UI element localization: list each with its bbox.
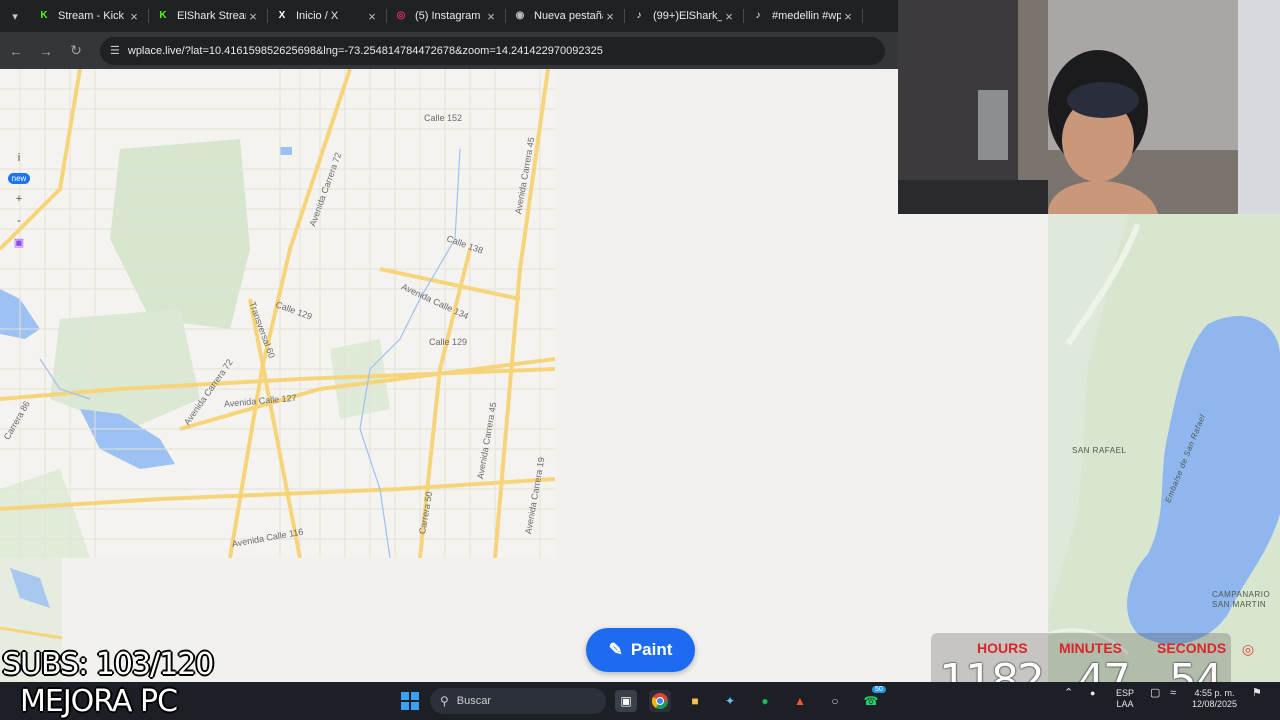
clock[interactable]: 4:55 p. m. 12/08/2025 bbox=[1192, 688, 1237, 710]
street-label: Calle 129 bbox=[429, 337, 468, 347]
browser-tab[interactable]: ◎ (5) Instagram × bbox=[387, 0, 506, 32]
browser-tab-strip: ▾ KStream - Kick×KElShark Stream×XInicio… bbox=[0, 0, 898, 32]
notification-icon[interactable]: ⚑ bbox=[1252, 688, 1262, 699]
twitch-icon[interactable]: ▣ bbox=[14, 236, 24, 249]
whatsapp-icon[interactable]: ☎ 50 bbox=[860, 686, 886, 712]
close-icon[interactable]: × bbox=[603, 9, 617, 24]
language-indicator[interactable]: ESP LAA bbox=[1116, 688, 1134, 710]
tiktok-icon: ♪ bbox=[636, 10, 642, 21]
map-graphics bbox=[0, 69, 555, 558]
place-label: SAN RAFAEL bbox=[1072, 446, 1127, 455]
screen: ▾ KStream - Kick×KElShark Stream×XInicio… bbox=[0, 0, 1280, 720]
hours-label: HOURS bbox=[977, 640, 1028, 656]
steam-icon[interactable]: ✦ bbox=[719, 690, 741, 712]
close-icon[interactable]: × bbox=[722, 9, 736, 24]
map-canvas[interactable]: Calle 152 Avenida Carrera 72 Avenida Carre… bbox=[0, 69, 555, 558]
paint-button-label: Paint bbox=[630, 640, 673, 659]
reload-icon[interactable]: ↻ bbox=[62, 37, 90, 65]
obs-icon[interactable]: ○ bbox=[824, 690, 846, 712]
seconds-label: SECONDS bbox=[1157, 640, 1227, 656]
chrome-taskbar-icon[interactable] bbox=[649, 690, 671, 712]
tab-label: ElShark Stream bbox=[177, 10, 246, 22]
close-icon[interactable]: × bbox=[246, 9, 260, 24]
browser-tab[interactable]: K ElShark Stream× bbox=[149, 0, 268, 32]
whatsapp-badge: 50 bbox=[872, 686, 886, 693]
main-roads bbox=[0, 69, 555, 558]
taskbar-search[interactable]: ⚲ Buscar bbox=[430, 688, 606, 714]
brave-icon[interactable]: ▲ bbox=[789, 690, 811, 712]
street-label: Calle 152 bbox=[424, 113, 463, 123]
url-text: wplace.live/?lat=10.416159852625698&lng=… bbox=[127, 44, 603, 57]
windows-start-icon[interactable] bbox=[399, 690, 421, 712]
pond bbox=[280, 147, 292, 155]
info-icon[interactable]: i bbox=[18, 151, 20, 165]
spotify-icon[interactable]: ● bbox=[754, 690, 776, 712]
browser-tab[interactable]: X Inicio / X × bbox=[268, 0, 387, 32]
clock-date: 12/08/2025 bbox=[1192, 699, 1238, 709]
minutes-label: MINUTES bbox=[1059, 640, 1122, 656]
site-settings-icon[interactable]: ☰ bbox=[110, 44, 120, 57]
locate-icon[interactable]: ◎ bbox=[1240, 641, 1256, 657]
zoom-in-button[interactable]: + bbox=[16, 192, 22, 206]
lang-layout: LAA bbox=[1116, 699, 1134, 709]
forward-icon[interactable]: → bbox=[32, 37, 60, 65]
tabs-container: KStream - Kick×KElShark Stream×XInicio /… bbox=[30, 0, 863, 32]
tab-label: Stream - Kick bbox=[58, 10, 125, 22]
lang-code: ESP bbox=[1116, 688, 1135, 698]
new-badge[interactable]: new bbox=[7, 173, 31, 184]
webcam-image bbox=[898, 0, 1280, 214]
taskbar-search-text: Buscar bbox=[456, 695, 492, 707]
brush-icon: ✎ bbox=[608, 640, 623, 659]
browser-toolbar: ← → ↻ ☰ wplace.live/?lat=10.416159852625… bbox=[0, 32, 898, 69]
clock-time: 4:55 p. m. bbox=[1194, 688, 1235, 698]
search-icon: ⚲ bbox=[440, 694, 449, 708]
browser-tab[interactable]: ♪ (99+)ElShark_ × bbox=[625, 0, 744, 32]
close-icon[interactable]: × bbox=[841, 9, 855, 24]
close-icon[interactable]: × bbox=[484, 9, 498, 24]
map-right-region[interactable]: Embalse de San Rafael SAN RAFAEL CAMPANA… bbox=[1048, 214, 1280, 682]
tab-label: Nueva pestaña bbox=[534, 10, 603, 22]
chrome-icon: ◉ bbox=[515, 10, 525, 21]
tab-label: #medellin #wp bbox=[772, 10, 841, 22]
close-icon[interactable]: × bbox=[127, 9, 141, 24]
subs-counter: SUBS: 103/120 bbox=[2, 647, 214, 682]
close-icon[interactable]: × bbox=[365, 9, 379, 24]
map-side-controls: i new + - ▣ bbox=[6, 151, 32, 249]
browser-tab[interactable]: K Stream - Kick × bbox=[30, 0, 149, 32]
taskbar bbox=[0, 682, 1280, 720]
tray-chevron-icon[interactable]: ⌃ bbox=[1064, 688, 1073, 699]
tab-label: Inicio / X bbox=[296, 10, 339, 22]
mic-icon[interactable]: ● bbox=[1090, 688, 1095, 699]
monitor-icon[interactable]: ▢ bbox=[1150, 688, 1160, 699]
browser-tab[interactable]: ◉ Nueva pestaña × bbox=[506, 0, 625, 32]
zoom-out-button[interactable]: - bbox=[17, 214, 21, 228]
campanario-label: CAMPANARIO bbox=[1212, 590, 1271, 599]
tab-label: (99+)ElShark_ bbox=[653, 10, 722, 22]
tab-label: (5) Instagram bbox=[415, 10, 481, 22]
mejora-pc-text: MEJORA PC bbox=[20, 684, 178, 719]
webcam-feed bbox=[898, 0, 1280, 214]
tab-search-icon[interactable]: ▾ bbox=[0, 0, 30, 32]
kick-icon: K bbox=[40, 10, 48, 21]
address-bar[interactable]: ☰ wplace.live/?lat=10.416159852625698&ln… bbox=[100, 36, 885, 65]
kick-icon: K bbox=[159, 10, 167, 21]
browser-tab[interactable]: ♪ #medellin #wp × bbox=[744, 0, 863, 32]
task-view-icon[interactable]: ▣ bbox=[615, 690, 637, 712]
paint-button[interactable]: ✎ Paint bbox=[586, 628, 695, 672]
tiktok-icon: ♪ bbox=[755, 10, 761, 21]
windows-logo bbox=[401, 692, 419, 710]
chrome-logo bbox=[651, 693, 669, 710]
back-icon[interactable]: ← bbox=[2, 37, 30, 65]
instagram-icon: ◎ bbox=[396, 10, 406, 21]
wifi-icon[interactable]: ≈ bbox=[1170, 688, 1176, 699]
file-explorer-icon[interactable]: ■ bbox=[684, 690, 706, 712]
park-area bbox=[110, 139, 250, 329]
x-icon: X bbox=[278, 10, 286, 21]
san-martin-label: SAN MARTIN bbox=[1212, 600, 1267, 609]
